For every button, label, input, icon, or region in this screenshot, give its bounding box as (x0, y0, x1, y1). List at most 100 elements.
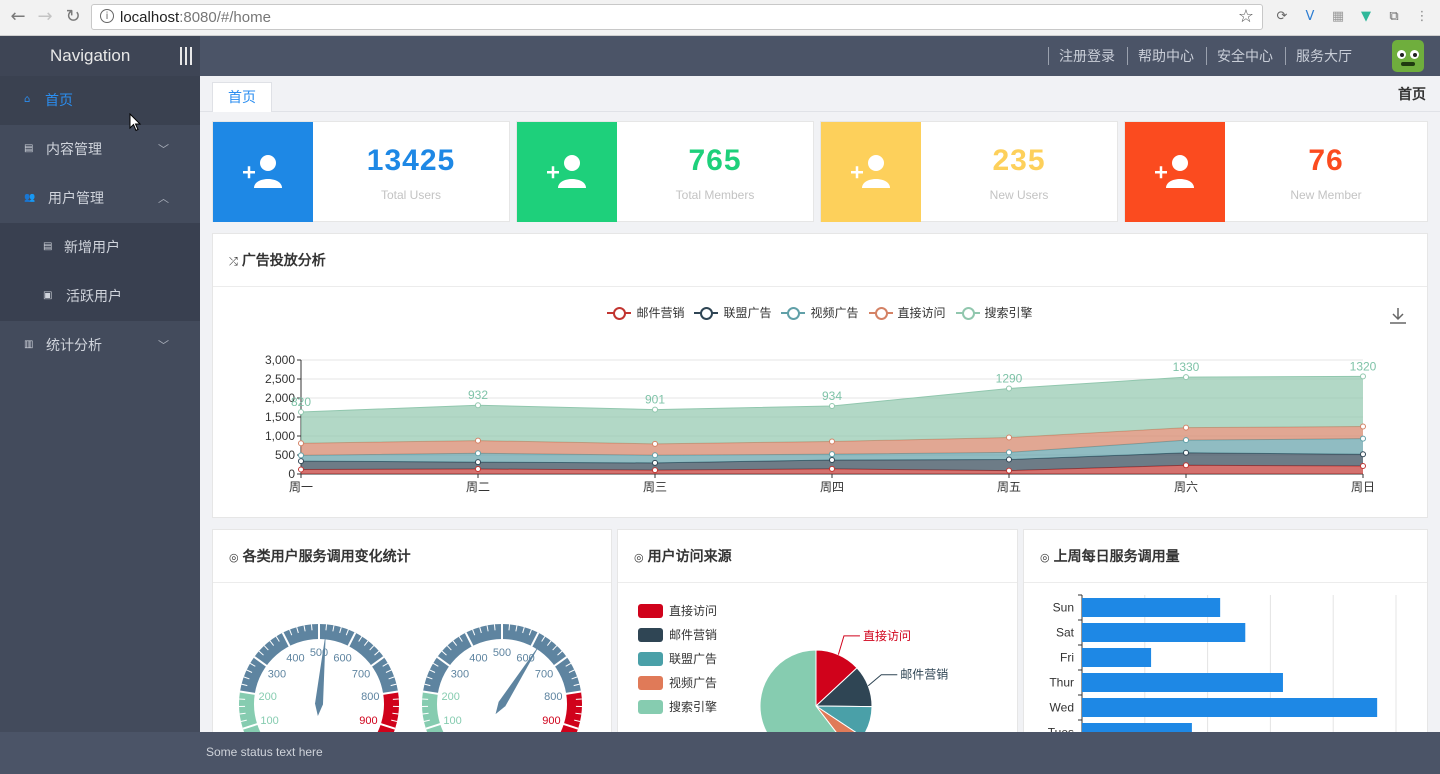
bar-Tues (1082, 723, 1192, 732)
extension-cast-icon[interactable]: ⧉ (1386, 9, 1402, 25)
pie-chart: 直接访问邮件营销 (759, 628, 948, 732)
x-tick-label: 周二 (466, 480, 490, 494)
ad-analysis-panel: ⤮ 广告投放分析 邮件营销 联盟广告 视频广告 直接访问 搜索引擎 0 500 1,0… (212, 233, 1428, 518)
gauge-tick-label: 800 (544, 691, 562, 703)
area-chart: 05001,0001,5002,0002,5003,000周一 周二 周三 周四 周五周… (265, 353, 1377, 494)
list-icon: ▤ (24, 143, 34, 154)
data-point (829, 451, 835, 458)
panel-header: ◎ 各类用户服务调用变化统计 (213, 530, 611, 583)
chart-legend: 邮件营销 联盟广告 视频广告 直接访问 搜索引擎 (213, 304, 1427, 321)
bookmark-star-icon[interactable]: ☆ (1238, 6, 1254, 27)
sidebar-item-user-management[interactable]: 👥 用户管理 ︿ (0, 174, 200, 223)
panel-title: 各类用户服务调用变化统计 (242, 548, 411, 564)
sidebar-item-label: 活跃用户 (66, 288, 122, 304)
panel-title: 上周每日服务调用量 (1053, 548, 1180, 564)
brand-title: Navigation (50, 46, 131, 65)
reload-icon[interactable]: ↻ (63, 7, 83, 27)
stat-card-new-member: 76 New Member (1124, 121, 1428, 222)
link-help-center[interactable]: 帮助中心 (1127, 47, 1206, 65)
sidebar-item-active-users[interactable]: ▣ 活跃用户 (0, 272, 200, 321)
home-icon: ⌂ (24, 94, 31, 105)
data-point (1360, 423, 1366, 430)
download-icon[interactable] (1388, 306, 1408, 326)
gauge-tick-label: 300 (268, 668, 286, 680)
legend-item[interactable]: 直接访问 (868, 304, 946, 321)
stat-value: 765 (688, 144, 742, 177)
extension-grid-icon[interactable]: ▦ (1330, 9, 1346, 25)
sidebar-item-statistics[interactable]: ▥ 统计分析 ﹀ (0, 321, 200, 370)
breadcrumb: 首页 (1398, 86, 1426, 102)
bar-Fri (1082, 648, 1152, 667)
menu-dots-icon[interactable]: ⋮ (1414, 9, 1430, 25)
legend-item[interactable]: 搜索引擎 (955, 304, 1033, 321)
gauge-tick-label: 500 (493, 647, 511, 659)
data-point (298, 409, 304, 416)
data-label: 934 (822, 389, 842, 403)
url-host: localhost (120, 9, 180, 26)
avatar[interactable] (1392, 40, 1424, 72)
address-bar[interactable]: i localhost:8080/#/home ☆ (91, 4, 1263, 30)
data-point (652, 406, 658, 413)
legend-item[interactable]: 视频广告 (781, 304, 859, 321)
legend-label: 邮件营销 (636, 306, 685, 320)
legend-label: 联盟广告 (723, 306, 772, 320)
panel-header: ◎ 上周每日服务调用量 (1024, 530, 1427, 583)
pie-callout-line (837, 635, 860, 655)
stat-card-new-users: 235 New Users (820, 121, 1118, 222)
sidebar-item-new-users[interactable]: ▤ 新增用户 (0, 223, 200, 272)
sidebar-item-content-management[interactable]: ▤ 内容管理 ﹀ (0, 125, 200, 174)
forward-arrow-icon[interactable]: → (35, 7, 55, 27)
extension-v-blue-icon[interactable]: V (1302, 9, 1318, 25)
status-text: Some status text here (206, 745, 323, 759)
data-point (475, 465, 481, 472)
url-text: localhost:8080/#/home (120, 9, 271, 26)
gauge-needle (315, 632, 326, 716)
bar-chart: SunSatFriThurWedTues (1048, 594, 1397, 732)
panel-header: ◎ 用户访问来源 (618, 530, 1017, 583)
data-point (829, 457, 835, 464)
extension-vue-icon[interactable]: ▼ (1358, 9, 1374, 25)
y-tick-label: 2,500 (265, 372, 295, 386)
link-service-hall[interactable]: 服务大厅 (1285, 47, 1364, 65)
back-arrow-icon[interactable]: ← (8, 7, 28, 27)
pie-callout-label: 邮件营销 (900, 668, 948, 682)
stat-card-total-members: 765 Total Members (516, 121, 814, 222)
gauge-tick-label: 400 (286, 653, 304, 665)
radar-icon: ◎ (634, 551, 644, 564)
panel-title: 广告投放分析 (241, 252, 326, 268)
data-point (1183, 449, 1189, 456)
sidebar-item-home[interactable]: ⌂ 首页 (0, 76, 200, 125)
link-register-login[interactable]: 注册登录 (1048, 47, 1127, 65)
y-tick-label: 3,000 (265, 353, 295, 367)
data-label: 1290 (996, 372, 1023, 386)
gauge-panel: ◎各类用户服务调用变化统计 01002003004005006007008009… (212, 529, 612, 732)
menu-toggle-icon[interactable] (180, 47, 194, 65)
pie-callout-line (867, 674, 898, 687)
gauge-tick (310, 624, 313, 631)
tab-home[interactable]: 首页 (212, 82, 272, 112)
stat-swatch (821, 122, 921, 222)
extension-sync-icon[interactable]: ⟳ (1274, 9, 1290, 25)
data-point (652, 467, 658, 474)
y-tick-label: Fri (1060, 651, 1074, 665)
y-tick-label: Sun (1053, 601, 1074, 615)
data-point (829, 402, 835, 409)
link-security-center[interactable]: 安全中心 (1206, 47, 1285, 65)
legend-item[interactable]: 邮件营销 (607, 304, 684, 321)
gauge-chart: 0100200300400500600700800900100001002003… (239, 624, 582, 732)
stat-caption: Total Members (675, 188, 755, 202)
data-point (1006, 467, 1012, 474)
x-tick-label: 周五 (997, 480, 1021, 494)
legend-item[interactable]: 联盟广告 (694, 304, 771, 321)
data-point (652, 440, 658, 447)
bar-Sat (1082, 623, 1246, 642)
data-point (1183, 374, 1189, 381)
bar-Sun (1082, 598, 1221, 617)
main-content: 首页 首页 13425 Total Users 765 Total Member… (200, 76, 1440, 732)
gauge-tick-label: 500 (310, 647, 328, 659)
brand: Navigation (0, 36, 200, 76)
info-icon[interactable]: i (100, 9, 114, 23)
sidebar: ⌂ 首页 ▤ 内容管理 ﹀ 👥 用户管理 ︿ ▤ 新增用户 ▣ 活跃用户 ▥ 统… (0, 76, 200, 732)
sidebar-item-label: 统计分析 (46, 337, 102, 353)
sidebar-item-label: 首页 (45, 92, 73, 108)
